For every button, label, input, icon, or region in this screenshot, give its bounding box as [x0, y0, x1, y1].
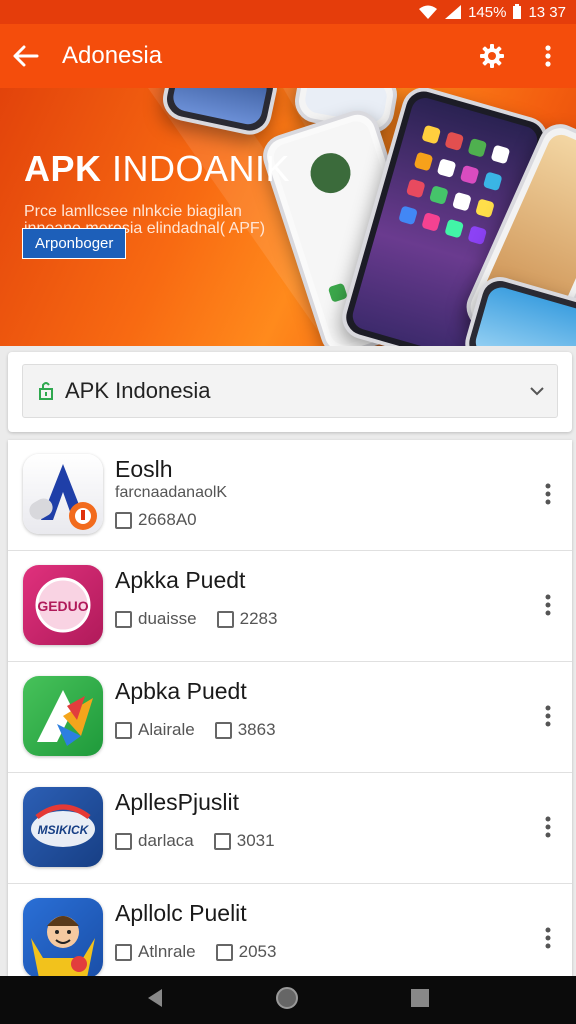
- item-more-button[interactable]: [534, 587, 562, 623]
- list-item[interactable]: Apllolc Puelit Atlnrale 2053: [8, 884, 572, 976]
- app-name: Apkka Puedt: [115, 567, 246, 593]
- banner-cta-button[interactable]: Arponboger: [22, 228, 127, 259]
- category-label: APK Indonesia: [65, 378, 211, 403]
- checkbox[interactable]: [115, 943, 132, 961]
- app-meta-value: 2053: [238, 942, 277, 961]
- app-developer: farcnaadanaolK: [115, 484, 228, 501]
- app-name: Apllolc Puelit: [115, 900, 247, 926]
- app-meta-value: duaisse: [138, 609, 197, 628]
- app-meta-value: Alairale: [138, 720, 195, 739]
- more-vert-icon: [545, 927, 551, 949]
- home-circle-icon: [275, 986, 298, 1009]
- checkbox[interactable]: [115, 832, 132, 850]
- battery-level: 145%: [468, 3, 507, 21]
- app-icon-text: GEDUO: [37, 598, 88, 614]
- list-item[interactable]: Apbka Puedt Alairale 3863: [8, 662, 572, 773]
- arrow-back-icon: [13, 45, 39, 67]
- app-meta-value: Atlnrale: [138, 942, 196, 961]
- app-meta-value: 2668A0: [138, 510, 197, 529]
- system-nav-bar: [0, 976, 576, 1024]
- more-vert-icon: [545, 594, 551, 616]
- android-lock-icon: [39, 382, 53, 400]
- list-item[interactable]: MSIKICK ApllesPjuslit darlaca 3031: [8, 773, 572, 884]
- chevron-down-icon: [517, 386, 557, 396]
- app-meta: duaisse 2283: [115, 609, 277, 629]
- item-more-button[interactable]: [534, 920, 562, 956]
- app-bar: Adonesia: [0, 24, 576, 88]
- app-name: ApllesPjuslit: [115, 789, 239, 815]
- app-meta-value: 3031: [236, 831, 275, 850]
- app-meta: Alairale 3863: [115, 720, 276, 740]
- wifi-icon: [419, 5, 438, 19]
- app-icon-text: MSIKICK: [38, 823, 90, 837]
- app-meta-value: 2283: [239, 609, 278, 628]
- recents-square-icon: [411, 988, 430, 1007]
- signal-icon: [445, 5, 462, 19]
- app-name: Apbka Puedt: [115, 678, 247, 704]
- checkbox[interactable]: [115, 610, 132, 628]
- app-meta-value: 3863: [237, 720, 276, 739]
- gear-icon: [480, 44, 504, 68]
- checkbox[interactable]: [115, 511, 132, 529]
- app-meta: darlaca 3031: [115, 831, 275, 851]
- checkbox[interactable]: [115, 721, 132, 739]
- app-meta: Atlnrale 2053: [115, 942, 276, 962]
- nav-back-button[interactable]: [146, 988, 164, 1013]
- banner-title: APK INDOANIK: [24, 148, 291, 189]
- app-meta: 2668A0: [115, 510, 197, 530]
- checkbox[interactable]: [214, 721, 232, 739]
- more-vert-icon: [545, 816, 551, 838]
- more-vert-icon: [545, 45, 551, 67]
- app-icon: [23, 454, 103, 534]
- nav-home-button[interactable]: [275, 986, 299, 1015]
- checkbox[interactable]: [216, 610, 234, 628]
- app-icon: MSIKICK: [23, 787, 103, 867]
- back-triangle-icon: [147, 988, 162, 1007]
- promo-banner[interactable]: APK INDOANIK Prce lamllcsee nlnkcie biag…: [0, 88, 576, 346]
- more-vert-icon: [545, 705, 551, 727]
- item-more-button[interactable]: [534, 698, 562, 734]
- back-button[interactable]: [0, 24, 54, 88]
- status-bar: 145% 13 37: [0, 0, 576, 24]
- clock: 13 37: [528, 3, 566, 21]
- list-item[interactable]: GEDUO Apkka Puedt duaisse 2283: [8, 551, 572, 662]
- item-more-button[interactable]: [534, 476, 562, 512]
- settings-button[interactable]: [464, 24, 520, 88]
- battery-icon: [513, 4, 522, 19]
- app-meta-value: darlaca: [138, 831, 194, 850]
- app-list: Eoslh farcnaadanaolK 2668A0 GEDUO Apkka …: [8, 440, 572, 976]
- item-more-button[interactable]: [534, 809, 562, 845]
- list-item[interactable]: Eoslh farcnaadanaolK 2668A0: [8, 440, 572, 551]
- app-name: Eoslh: [115, 456, 173, 482]
- category-dropdown[interactable]: APK Indonesia: [22, 364, 558, 418]
- app-icon: [23, 676, 103, 756]
- more-vert-icon: [545, 483, 551, 505]
- page-title: Adonesia: [62, 42, 163, 69]
- app-icon: GEDUO: [23, 565, 103, 645]
- app-icon: [23, 898, 103, 976]
- checkbox[interactable]: [213, 832, 231, 850]
- checkbox[interactable]: [215, 943, 233, 961]
- overflow-menu-button[interactable]: [520, 24, 576, 88]
- category-card: APK Indonesia: [8, 352, 572, 432]
- nav-recents-button[interactable]: [410, 988, 430, 1013]
